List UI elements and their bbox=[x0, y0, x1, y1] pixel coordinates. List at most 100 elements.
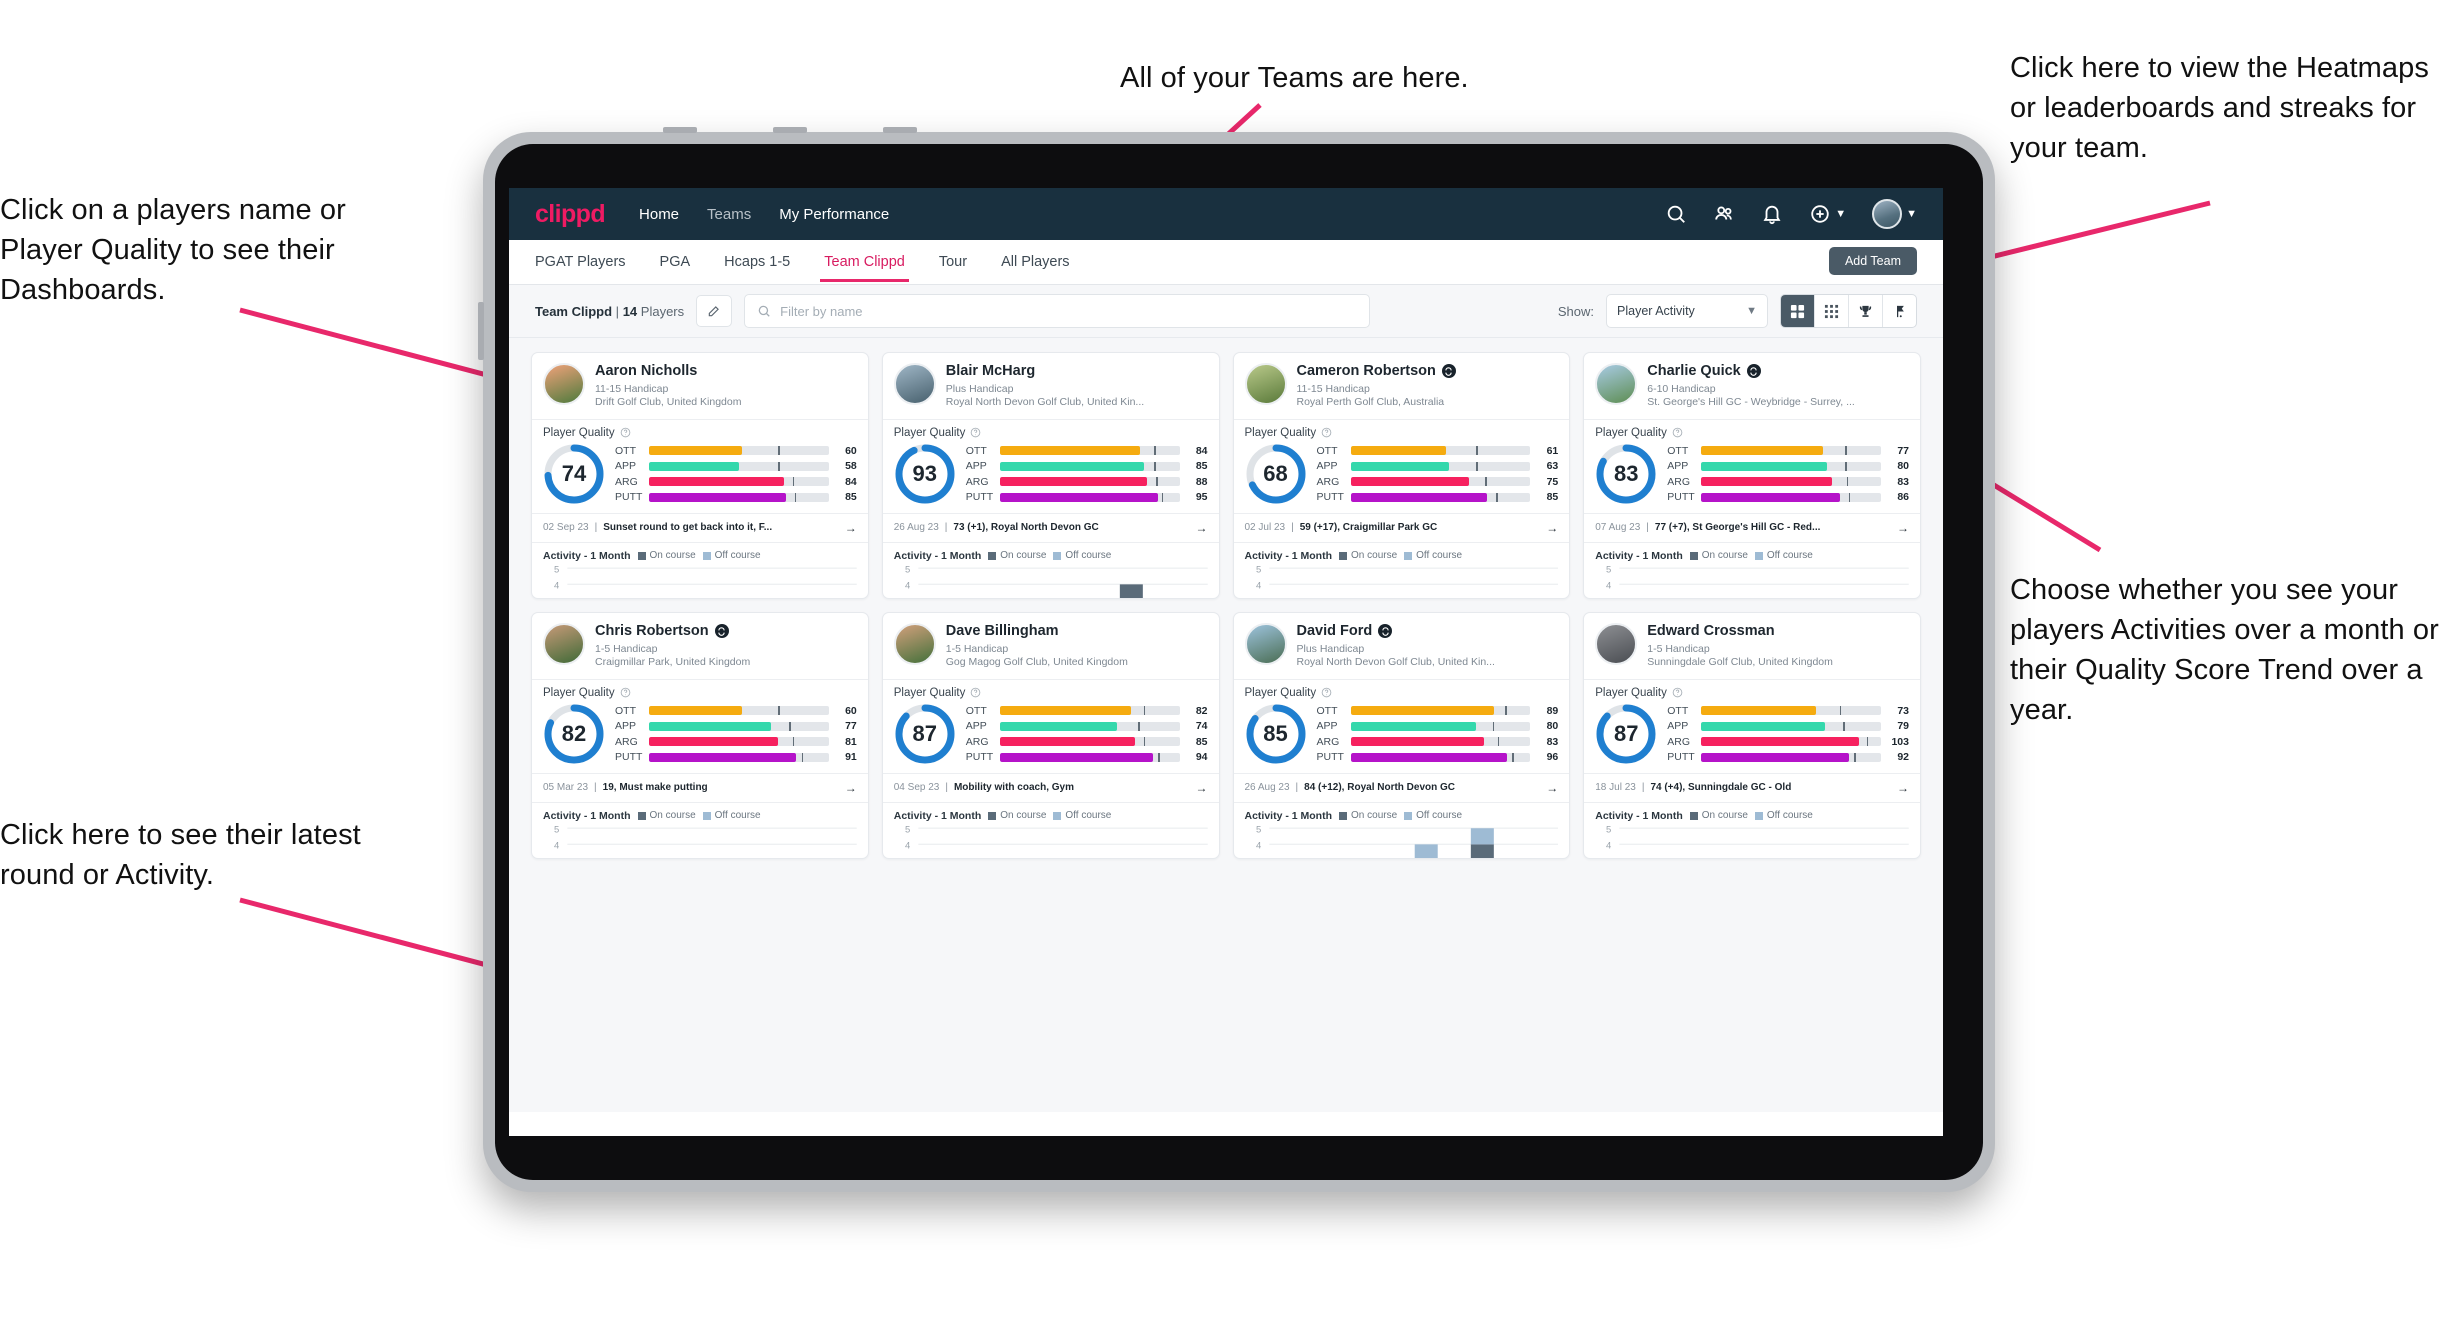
player-card[interactable]: Blair McHarg Plus Handicap Royal North D… bbox=[881, 352, 1220, 599]
player-name[interactable]: Dave Billingham bbox=[946, 623, 1208, 640]
search-input[interactable]: Filter by name bbox=[744, 294, 1371, 328]
player-card[interactable]: David Ford Plus Handicap Royal North Dev… bbox=[1232, 612, 1571, 859]
latest-round-row[interactable]: 05 Mar 23 | 19, Must make putting → bbox=[532, 772, 868, 803]
bell-icon[interactable] bbox=[1761, 203, 1783, 225]
metric-label: APP bbox=[1316, 460, 1338, 473]
metric-bar-fill bbox=[1701, 492, 1840, 502]
quality-score-ring[interactable]: 93 bbox=[894, 443, 956, 505]
quality-score-ring[interactable]: 68 bbox=[1245, 443, 1307, 505]
latest-round-row[interactable]: 07 Aug 23 | 77 (+7), St George's Hill GC… bbox=[1584, 512, 1920, 543]
help-icon[interactable] bbox=[1672, 427, 1683, 438]
latest-round-row[interactable]: 02 Jul 23 | 59 (+17), Craigmillar Park G… bbox=[1233, 512, 1570, 543]
latest-round-row[interactable]: 26 Aug 23 | 73 (+1), Royal North Devon G… bbox=[882, 512, 1219, 543]
player-header[interactable]: Charlie Quick 6-10 Handicap St. George's… bbox=[1584, 353, 1920, 419]
player-quality-body[interactable]: 83 OTT 77 APP 80 ARG 83 PUTT 86 bbox=[1584, 441, 1920, 513]
player-header[interactable]: Edward Crossman 1-5 Handicap Sunningdale… bbox=[1584, 613, 1920, 679]
tab-team-clippd[interactable]: Team Clippd bbox=[820, 242, 909, 282]
help-icon[interactable] bbox=[1321, 427, 1332, 438]
tab-all-players[interactable]: All Players bbox=[1001, 242, 1070, 282]
player-quality-body[interactable]: 87 OTT 73 APP 79 ARG 103 PUTT 92 bbox=[1584, 701, 1920, 773]
nav-item-teams[interactable]: Teams bbox=[707, 206, 751, 223]
player-quality-body[interactable]: 87 OTT 82 APP 74 ARG 85 PUTT 94 bbox=[883, 701, 1219, 773]
view-grid-large-button[interactable] bbox=[1781, 295, 1815, 327]
player-card[interactable]: Charlie Quick 6-10 Handicap St. George's… bbox=[1583, 352, 1921, 599]
search-icon[interactable] bbox=[1665, 203, 1687, 225]
arrow-right-icon[interactable]: → bbox=[845, 521, 857, 535]
view-leaderboard-button[interactable] bbox=[1849, 295, 1883, 327]
player-card[interactable]: Aaron Nicholls 11-15 Handicap Drift Golf… bbox=[531, 352, 869, 599]
player-quality-body[interactable]: 93 OTT 84 APP 85 ARG 88 PUTT 95 bbox=[883, 441, 1219, 513]
quality-score-ring[interactable]: 74 bbox=[543, 443, 605, 505]
player-card[interactable]: Cameron Robertson 11-15 Handicap Royal P… bbox=[1232, 352, 1571, 599]
arrow-right-icon[interactable]: → bbox=[1897, 521, 1909, 535]
tab-tour[interactable]: Tour bbox=[939, 242, 967, 282]
help-icon[interactable] bbox=[620, 687, 631, 698]
help-icon[interactable] bbox=[1672, 687, 1683, 698]
profile-menu[interactable]: ▼ bbox=[1872, 199, 1917, 229]
tab-pgat-players[interactable]: PGAT Players bbox=[535, 242, 626, 282]
player-name[interactable]: Aaron Nicholls bbox=[595, 363, 857, 380]
quality-score-ring[interactable]: 87 bbox=[1595, 703, 1657, 765]
player-card[interactable]: Dave Billingham 1-5 Handicap Gog Magog G… bbox=[881, 612, 1220, 859]
player-name[interactable]: Cameron Robertson bbox=[1297, 363, 1559, 380]
player-quality-body[interactable]: 74 OTT 60 APP 58 ARG 84 PUTT 85 bbox=[532, 441, 868, 513]
show-select[interactable]: Player Activity ▼ bbox=[1606, 294, 1768, 328]
player-header[interactable]: Dave Billingham 1-5 Handicap Gog Magog G… bbox=[883, 613, 1219, 679]
player-quality-body[interactable]: 68 OTT 61 APP 63 ARG 75 PUTT 85 bbox=[1234, 441, 1570, 513]
player-header[interactable]: David Ford Plus Handicap Royal North Dev… bbox=[1234, 613, 1570, 679]
quality-score-ring[interactable]: 83 bbox=[1595, 443, 1657, 505]
svg-text:3: 3 bbox=[905, 856, 910, 859]
help-icon[interactable] bbox=[1321, 687, 1332, 698]
player-header[interactable]: Blair McHarg Plus Handicap Royal North D… bbox=[883, 353, 1219, 419]
verified-badge-icon bbox=[1746, 364, 1761, 379]
arrow-right-icon[interactable]: → bbox=[1897, 781, 1909, 795]
plus-circle-icon[interactable] bbox=[1809, 203, 1831, 225]
player-card[interactable]: Chris Robertson 1-5 Handicap Craigmillar… bbox=[531, 612, 869, 859]
player-name[interactable]: Charlie Quick bbox=[1647, 363, 1909, 380]
metric-bar-marker bbox=[1845, 461, 1847, 471]
arrow-right-icon[interactable]: → bbox=[1546, 521, 1558, 535]
player-name[interactable]: Blair McHarg bbox=[946, 363, 1208, 380]
latest-round-row[interactable]: 02 Sep 23 | Sunset round to get back int… bbox=[532, 512, 868, 543]
quality-score-ring[interactable]: 82 bbox=[543, 703, 605, 765]
quality-metrics: OTT 84 APP 85 ARG 88 PUTT 95 bbox=[966, 445, 1208, 504]
arrow-right-icon[interactable]: → bbox=[1196, 521, 1208, 535]
tab-pga[interactable]: PGA bbox=[660, 242, 691, 282]
latest-round-row[interactable]: 04 Sep 23 | Mobility with coach, Gym → bbox=[882, 772, 1219, 803]
tab-hcaps-1-5[interactable]: Hcaps 1-5 bbox=[724, 242, 790, 282]
app-header: clippd Home Teams My Performance ▼ ▼ bbox=[509, 188, 1943, 240]
avatar[interactable] bbox=[1872, 199, 1903, 229]
nav-item-my-performance[interactable]: My Performance bbox=[779, 206, 889, 223]
help-icon[interactable] bbox=[970, 687, 981, 698]
help-icon[interactable] bbox=[970, 427, 981, 438]
legend-off-course: Off course bbox=[1754, 550, 1813, 561]
arrow-right-icon[interactable]: → bbox=[845, 781, 857, 795]
arrow-right-icon[interactable]: → bbox=[1196, 781, 1208, 795]
people-icon[interactable] bbox=[1713, 203, 1735, 225]
player-quality-body[interactable]: 85 OTT 89 APP 80 ARG 83 PUTT 96 bbox=[1234, 701, 1570, 773]
player-name[interactable]: David Ford bbox=[1297, 623, 1559, 640]
player-quality-body[interactable]: 82 OTT 60 APP 77 ARG 81 PUTT 91 bbox=[532, 701, 868, 773]
quality-score-ring[interactable]: 85 bbox=[1245, 703, 1307, 765]
player-header[interactable]: Aaron Nicholls 11-15 Handicap Drift Golf… bbox=[532, 353, 868, 419]
help-icon[interactable] bbox=[620, 427, 631, 438]
view-grid-small-button[interactable] bbox=[1815, 295, 1849, 327]
brand-logo[interactable]: clippd bbox=[535, 200, 606, 229]
player-name[interactable]: Chris Robertson bbox=[595, 623, 857, 640]
latest-round-row[interactable]: 26 Aug 23 | 84 (+12), Royal North Devon … bbox=[1233, 772, 1570, 803]
player-handicap: 1-5 Handicap bbox=[595, 642, 658, 655]
add-menu[interactable]: ▼ bbox=[1809, 203, 1846, 225]
metric-label: ARG bbox=[965, 735, 989, 748]
latest-round-row[interactable]: 18 Jul 23 | 74 (+4), Sunningdale GC - Ol… bbox=[1584, 772, 1920, 803]
player-card[interactable]: Edward Crossman 1-5 Handicap Sunningdale… bbox=[1583, 612, 1921, 859]
player-name[interactable]: Edward Crossman bbox=[1647, 623, 1909, 640]
nav-item-home[interactable]: Home bbox=[639, 206, 679, 223]
view-course-button[interactable] bbox=[1883, 295, 1916, 327]
arrow-right-icon[interactable]: → bbox=[1546, 781, 1558, 795]
edit-team-button[interactable] bbox=[696, 295, 733, 327]
player-header[interactable]: Cameron Robertson 11-15 Handicap Royal P… bbox=[1234, 353, 1570, 419]
player-header[interactable]: Chris Robertson 1-5 Handicap Craigmillar… bbox=[532, 613, 868, 679]
metric-bar-marker bbox=[794, 492, 797, 502]
quality-score-ring[interactable]: 87 bbox=[894, 703, 956, 765]
add-team-button[interactable]: Add Team bbox=[1828, 247, 1917, 275]
